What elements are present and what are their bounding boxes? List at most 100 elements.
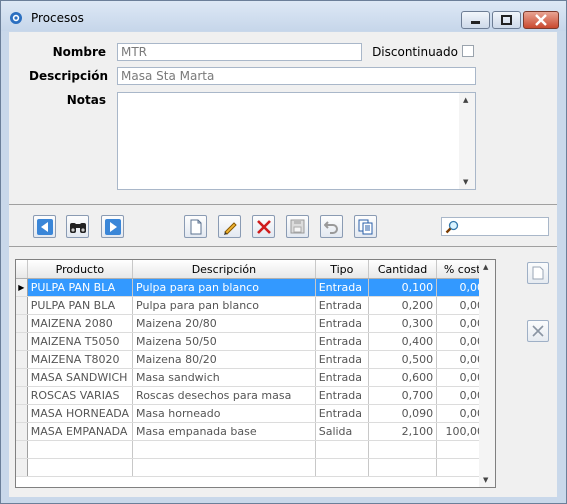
cell-tipo[interactable]: Salida <box>315 422 369 441</box>
cell-producto[interactable] <box>27 440 134 459</box>
table-row[interactable]: ROSCAS VARIAS Roscas desechos para masa En… <box>16 386 495 405</box>
cell-producto[interactable]: PULPA PAN BLA <box>27 278 134 297</box>
row-indicator[interactable] <box>16 368 28 387</box>
column-header-cantidad[interactable]: Cantidad <box>368 260 438 279</box>
cell-descripcion[interactable]: Masa horneado <box>132 404 316 423</box>
grid-scrollbar[interactable]: ▲ ▼ <box>479 260 495 487</box>
process-items-grid[interactable]: Producto Descripción Tipo Cantidad % cos… <box>15 259 496 488</box>
cell-cantidad[interactable]: 0,600 <box>368 368 438 387</box>
row-indicator[interactable] <box>16 332 28 351</box>
cell-descripcion[interactable] <box>132 458 316 477</box>
nombre-field[interactable]: MTR <box>117 43 362 61</box>
cell-tipo[interactable] <box>315 440 369 459</box>
discontinuado-checkbox[interactable] <box>462 45 474 57</box>
cell-cantidad[interactable]: 0,300 <box>368 314 438 333</box>
cell-cantidad[interactable] <box>368 440 438 459</box>
row-indicator[interactable] <box>16 350 28 369</box>
cell-producto[interactable]: MASA HORNEADA <box>27 404 134 423</box>
table-row[interactable]: MASA SANDWICH Masa sandwich Entrada 0,600 0,… <box>16 368 495 387</box>
close-button[interactable] <box>523 11 559 29</box>
row-indicator[interactable] <box>16 440 28 459</box>
cell-producto[interactable]: MAIZENA T5050 <box>27 332 134 351</box>
cell-tipo[interactable]: Entrada <box>315 332 369 351</box>
row-indicator[interactable] <box>16 458 28 477</box>
descripcion-field[interactable]: Masa Sta Marta <box>117 67 476 85</box>
search-input[interactable] <box>441 217 549 236</box>
cell-cantidad[interactable]: 0,090 <box>368 404 438 423</box>
grid-scroll-up-icon[interactable]: ▲ <box>483 263 488 271</box>
cell-tipo[interactable]: Entrada <box>315 350 369 369</box>
new-button[interactable] <box>184 215 207 238</box>
cell-descripcion[interactable] <box>132 440 316 459</box>
cell-cantidad[interactable]: 2,100 <box>368 422 438 441</box>
cell-tipo[interactable]: Entrada <box>315 278 369 297</box>
cell-cantidad[interactable] <box>368 458 438 477</box>
cell-tipo[interactable]: Entrada <box>315 404 369 423</box>
table-row[interactable]: MASA HORNEADA Masa horneado Entrada 0,090 0,… <box>16 404 495 423</box>
table-row[interactable]: MASA EMPANADA Masa empanada base Salida 2,1… <box>16 422 495 441</box>
cell-descripcion[interactable]: Pulpa para pan blanco <box>132 296 316 315</box>
cell-producto[interactable]: ROSCAS VARIAS <box>27 386 134 405</box>
cell-producto[interactable]: PULPA PAN BLA <box>27 296 134 315</box>
cell-tipo[interactable]: Entrada <box>315 368 369 387</box>
table-row[interactable]: ▶ PULPA PAN BLA Pulpa para pan blanco Entra… <box>16 278 495 297</box>
row-indicator[interactable] <box>16 404 28 423</box>
row-indicator[interactable] <box>16 386 28 405</box>
cell-tipo[interactable]: Entrada <box>315 314 369 333</box>
edit-button[interactable] <box>218 215 241 238</box>
cell-producto[interactable] <box>27 458 134 477</box>
cell-descripcion[interactable]: Roscas desechos para masa <box>132 386 316 405</box>
delete-row-button[interactable] <box>527 320 549 342</box>
cell-producto[interactable]: MAIZENA 2080 <box>27 314 134 333</box>
scroll-up-icon[interactable]: ▲ <box>463 96 468 104</box>
cell-tipo[interactable] <box>315 458 369 477</box>
table-row[interactable]: MAIZENA 2080 Maizena 20/80 Entrada 0,300 0,0… <box>16 314 495 333</box>
items-table: Producto Descripción Tipo Cantidad % cos… <box>16 260 495 477</box>
pencil-icon <box>223 221 237 235</box>
table-row-empty[interactable] <box>16 458 495 477</box>
cell-descripcion[interactable]: Masa empanada base <box>132 422 316 441</box>
cell-cantidad[interactable]: 0,100 <box>368 278 438 297</box>
copy-button[interactable] <box>354 215 377 238</box>
cell-producto[interactable]: MASA EMPANADA <box>27 422 134 441</box>
save-button[interactable] <box>286 215 309 238</box>
title-bar[interactable]: Procesos <box>1 1 566 31</box>
undo-button[interactable] <box>320 215 343 238</box>
cell-cantidad[interactable]: 0,500 <box>368 350 438 369</box>
notas-scrollbar[interactable]: ▲ ▼ <box>459 93 475 189</box>
add-row-button[interactable] <box>527 262 549 284</box>
row-indicator[interactable] <box>16 422 28 441</box>
prev-record-button[interactable] <box>33 215 56 238</box>
cell-descripcion[interactable]: Pulpa para pan blanco <box>132 278 316 297</box>
grid-scroll-down-icon[interactable]: ▼ <box>483 476 488 484</box>
delete-button[interactable] <box>252 215 275 238</box>
cell-descripcion[interactable]: Masa sandwich <box>132 368 316 387</box>
cell-tipo[interactable]: Entrada <box>315 296 369 315</box>
maximize-button[interactable] <box>492 11 521 29</box>
table-row[interactable]: PULPA PAN BLA Pulpa para pan blanco Entrad… <box>16 296 495 315</box>
column-header-producto[interactable]: Producto <box>27 260 134 279</box>
cell-producto[interactable]: MAIZENA T8020 <box>27 350 134 369</box>
row-indicator[interactable] <box>16 314 28 333</box>
cell-descripcion[interactable]: Maizena 20/80 <box>132 314 316 333</box>
cell-producto[interactable]: MASA SANDWICH <box>27 368 134 387</box>
cell-descripcion[interactable]: Maizena 80/20 <box>132 350 316 369</box>
find-button[interactable] <box>66 215 89 238</box>
minimize-button[interactable] <box>461 11 490 29</box>
scroll-down-icon[interactable]: ▼ <box>463 178 468 186</box>
table-row[interactable]: MAIZENA T8020 Maizena 80/20 Entrada 0,500 0,… <box>16 350 495 369</box>
cell-descripcion[interactable]: Maizena 50/50 <box>132 332 316 351</box>
cell-tipo[interactable]: Entrada <box>315 386 369 405</box>
cell-cantidad[interactable]: 0,700 <box>368 386 438 405</box>
cell-cantidad[interactable]: 0,200 <box>368 296 438 315</box>
cell-cantidad[interactable]: 0,400 <box>368 332 438 351</box>
prev-arrow-icon <box>36 218 53 235</box>
table-row-empty[interactable] <box>16 440 495 459</box>
next-record-button[interactable] <box>101 215 124 238</box>
row-indicator[interactable] <box>16 296 28 315</box>
row-indicator[interactable]: ▶ <box>16 278 28 297</box>
column-header-tipo[interactable]: Tipo <box>315 260 369 279</box>
notas-textarea[interactable]: ▲ ▼ <box>117 92 476 190</box>
table-row[interactable]: MAIZENA T5050 Maizena 50/50 Entrada 0,400 0,… <box>16 332 495 351</box>
column-header-descripcion[interactable]: Descripción <box>132 260 316 279</box>
